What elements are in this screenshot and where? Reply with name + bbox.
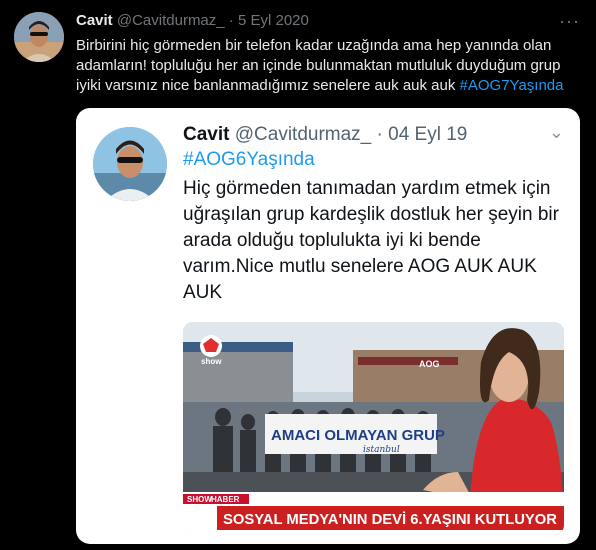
author-handle[interactable]: @Cavitdurmaz_ [117,12,225,29]
avatar[interactable] [14,12,64,62]
card-date: 04 Eyl 19 [388,124,468,145]
tweet-date[interactable]: 5 Eyl 2020 [238,12,309,29]
card-text: Hiç görmeden tanımadan yardım etmek için… [183,178,559,303]
hashtag-link[interactable]: #AOG7Yaşında [460,77,564,94]
tweet-header: Cavit @Cavitdurmaz_ · 5 Eyl 2020 [76,12,309,29]
channel-logo: show [201,357,222,366]
card-hashtag: #AOG6Yaşında [183,149,315,170]
tweet[interactable]: Cavit @Cavitdurmaz_ · 5 Eyl 2020 ··· Bir… [0,0,596,550]
news-screenshot: AOG AMACI OLMAYAN GRUP istanbul show SHO… [183,322,564,535]
ticker-tag-show: SHOW [187,495,212,504]
ticker-headline: SOSYAL MEDYA'NIN DEVİ 6.YAŞINI KUTLUYOR [223,511,557,528]
ticker-tag-haber: HABER [211,495,240,504]
separator-dot: · [228,12,234,29]
chevron-down-icon: ⌄ [548,122,564,142]
card-header: Cavit @Cavitdurmaz_ · 04 Eyl 19 [183,124,467,146]
card-separator-dot: · [376,124,383,145]
card-author-name: Cavit [183,124,230,145]
card-avatar [93,127,167,201]
author-name[interactable]: Cavit [76,12,113,29]
banner-city: istanbul [363,445,400,455]
embedded-media-image[interactable]: Cavit @Cavitdurmaz_ · 04 Eyl 19 ⌄ #AOG6Y… [76,108,580,544]
card-author-handle: @Cavitdurmaz_ [234,124,372,145]
tweet-text: Birbirini hiç görmeden bir telefon kadar… [76,36,582,96]
more-horizontal-icon[interactable]: ··· [559,11,580,32]
banner-text: AMACI OLMAYAN GRUP [271,427,445,444]
building-sign: AOG [419,359,440,369]
